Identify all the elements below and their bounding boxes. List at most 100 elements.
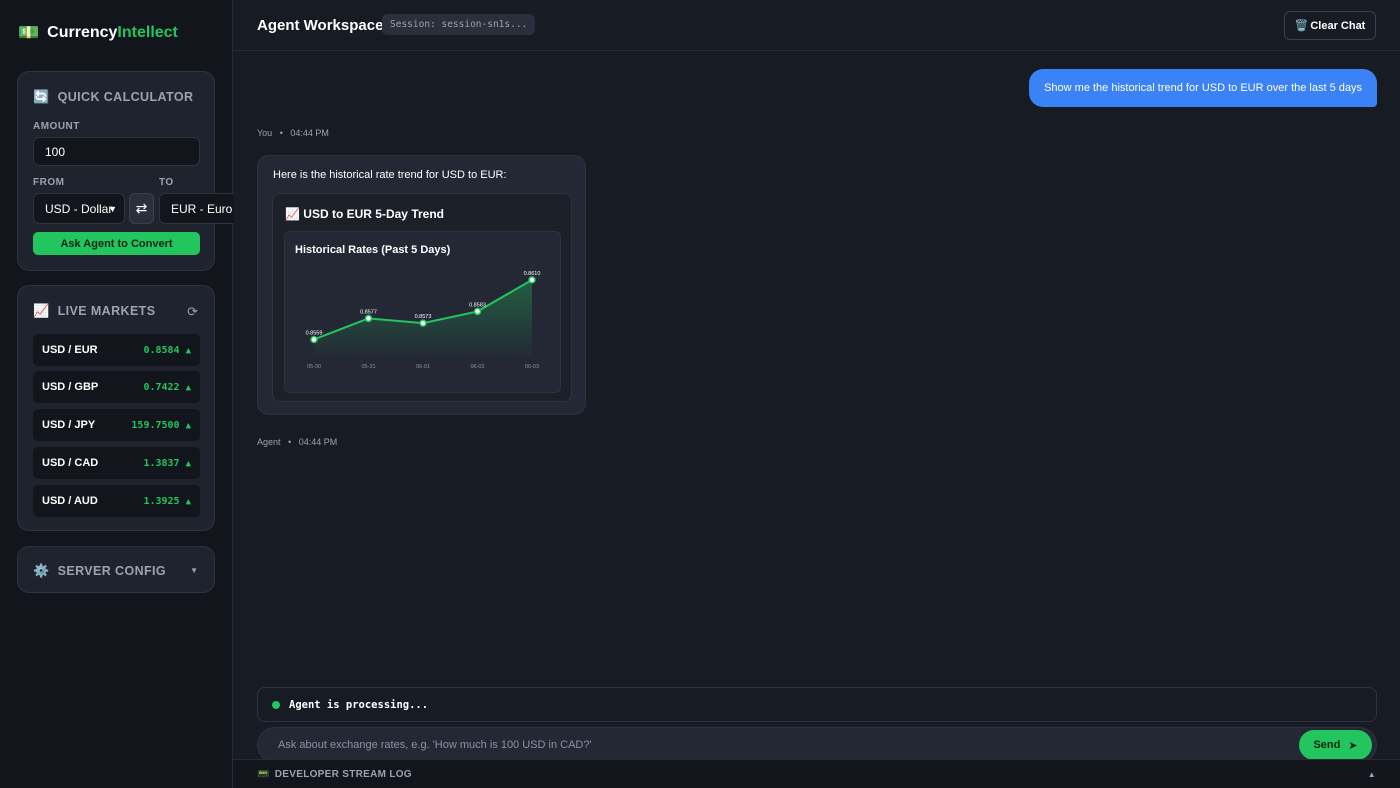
chart-data-label: 0.8559: [306, 330, 323, 336]
market-pair: USD / CAD: [42, 457, 99, 469]
market-value: 0.7422 ▲: [143, 382, 191, 393]
to-currency-value: EUR - Euro: [171, 201, 233, 216]
brand-name-part2: Intellect: [117, 24, 178, 41]
rate-trend-chart: 0.8559 05-30 0.8577 05-31 0.8573 06-01 0.8583 0…: [306, 271, 541, 370]
chart-data-label: 0.8577: [360, 309, 377, 315]
send-arrow-icon: ➤: [1348, 739, 1358, 752]
market-value: 1.3925 ▲: [143, 496, 191, 507]
agent-message-bubble: Here is the historical rate trend for US…: [257, 155, 586, 415]
user-message-meta: You • 04:44 PM: [257, 128, 329, 138]
refresh-arrows-icon: 🔄: [33, 89, 50, 104]
agent-message-text: Here is the historical rate trend for US…: [273, 169, 507, 181]
chart-data-label: 0.8573: [415, 314, 432, 320]
trend-chart-card: 📈 USD to EUR 5-Day Trend Historical Rate…: [272, 193, 572, 402]
trend-up-icon: ▲: [185, 458, 191, 469]
market-rate: 1.3837: [143, 457, 180, 469]
devlog-label: DEVELOPER STREAM LOG: [274, 768, 412, 780]
developer-stream-log-toggle[interactable]: 📟 DEVELOPER STREAM LOG ▲: [233, 759, 1400, 788]
chart-trend-icon: 📈: [33, 303, 50, 318]
message-sender: You: [257, 128, 273, 138]
sidebar: 💵 CurrencyIntellect 🔄 QUICK CALCULATOR A…: [0, 0, 234, 788]
send-label: Send: [1313, 739, 1341, 751]
money-icon: 💵: [18, 23, 40, 42]
ask-agent-convert-button[interactable]: Ask Agent to Convert: [33, 232, 200, 255]
amount-label: AMOUNT: [33, 121, 80, 132]
chevron-down-icon[interactable]: ▼: [190, 566, 198, 575]
market-row-usd-jpy[interactable]: USD / JPY 159.7500 ▲: [33, 409, 200, 441]
quick-calculator-label: QUICK CALCULATOR: [57, 90, 194, 104]
chart-data-label: 0.8610: [524, 271, 541, 277]
clear-chat-label: Clear Chat: [1310, 19, 1366, 32]
market-row-usd-eur[interactable]: USD / EUR 0.8584 ▲: [33, 334, 200, 366]
swap-icon: ⇄: [135, 200, 148, 216]
page-title: Agent Workspace: [257, 17, 384, 34]
message-time: 04:44 PM: [290, 128, 329, 138]
chart-card-title: 📈 USD to EUR 5-Day Trend: [285, 207, 444, 221]
chart-container: Historical Rates (Past 5 Days) 0.8559 05-…: [284, 231, 561, 393]
market-value: 159.7500 ▲: [131, 420, 191, 431]
quick-calculator-panel: 🔄 QUICK CALCULATOR AMOUNT 100 FROM TO US…: [17, 71, 234, 271]
live-markets-title: 📈 LIVE MARKETS: [33, 303, 155, 319]
status-dot-icon: [272, 700, 280, 709]
meta-separator: •: [279, 128, 283, 138]
trend-up-icon: ▲: [185, 496, 191, 507]
market-rate: 1.3925: [143, 495, 180, 507]
from-currency-select[interactable]: USD - Dollar ▼: [33, 193, 125, 224]
status-text: Agent is processing...: [289, 698, 429, 711]
pager-icon: 📟: [257, 768, 270, 780]
gear-icon: ⚙️: [33, 563, 50, 578]
trash-icon: 🗑️: [1294, 20, 1309, 32]
swap-currencies-button[interactable]: ⇄: [129, 193, 154, 224]
message-time: 04:44 PM: [298, 437, 338, 447]
amount-input[interactable]: 100: [33, 137, 200, 166]
market-pair: USD / GBP: [42, 381, 99, 393]
send-button[interactable]: Send ➤: [1299, 730, 1372, 760]
user-message-bubble: Show me the historical trend for USD to …: [1029, 69, 1377, 107]
session-badge: Session: session-sn1s...: [382, 14, 536, 35]
from-label: FROM: [33, 177, 65, 188]
meta-separator: •: [288, 437, 292, 447]
market-row-usd-gbp[interactable]: USD / GBP 0.7422 ▲: [33, 371, 200, 403]
market-rate: 0.7422: [143, 381, 180, 393]
quick-calculator-title: 🔄 QUICK CALCULATOR: [33, 89, 193, 105]
chart-x-tick-label: 06-01: [416, 364, 430, 370]
to-currency-select[interactable]: EUR - Euro: [159, 193, 234, 224]
chart-data-point: [419, 319, 427, 327]
brand-logo[interactable]: 💵 CurrencyIntellect: [18, 22, 178, 44]
chevron-up-icon[interactable]: ▲: [1368, 770, 1376, 779]
chart-data-point: [364, 314, 373, 323]
market-rate: 0.8584: [143, 344, 180, 356]
chart-x-tick-label: 06-02: [470, 364, 484, 370]
server-config-panel[interactable]: ⚙️ SERVER CONFIG ▼: [17, 546, 215, 593]
market-row-usd-aud[interactable]: USD / AUD 1.3925 ▲: [33, 485, 200, 517]
chart-x-tick-label: 06-03: [525, 364, 539, 370]
chat-input[interactable]: [278, 728, 1278, 762]
market-row-usd-cad[interactable]: USD / CAD 1.3837 ▲: [33, 447, 200, 479]
market-value: 0.8584 ▲: [143, 345, 191, 356]
market-pair: USD / AUD: [42, 495, 98, 507]
chart-data-label: 0.8583: [469, 302, 486, 308]
agent-status-bar: Agent is processing...: [257, 687, 1377, 722]
market-pair: USD / JPY: [42, 419, 96, 431]
clear-chat-button[interactable]: 🗑️ Clear Chat: [1284, 11, 1376, 40]
chart-data-point: [473, 307, 482, 316]
live-markets-panel: 📈 LIVE MARKETS ⟳ USD / EUR 0.8584 ▲ USD /…: [17, 285, 215, 531]
server-config-title: ⚙️ SERVER CONFIG: [33, 563, 166, 579]
server-config-label: SERVER CONFIG: [57, 564, 167, 578]
chart-data-point: [528, 276, 536, 284]
agent-message-meta: Agent • 04:44 PM: [257, 437, 337, 447]
trend-up-icon: ▲: [185, 420, 191, 431]
refresh-icon[interactable]: ⟳: [187, 304, 198, 320]
live-markets-label: LIVE MARKETS: [57, 304, 156, 318]
from-currency-value: USD - Dollar: [45, 201, 113, 216]
market-value: 1.3837 ▲: [143, 458, 191, 469]
chart-data-point: [310, 335, 318, 344]
to-label: TO: [159, 177, 174, 188]
brand-name-part1: Currency: [47, 24, 118, 41]
market-pair: USD / EUR: [42, 344, 98, 356]
workspace-header: Agent Workspace Session: session-sn1s...…: [233, 0, 1400, 51]
chart-trend-icon: 📈: [285, 207, 300, 221]
message-sender: Agent: [257, 437, 281, 447]
chevron-down-icon: ▼: [108, 204, 117, 214]
chart-x-tick-label: 05-31: [361, 364, 375, 370]
